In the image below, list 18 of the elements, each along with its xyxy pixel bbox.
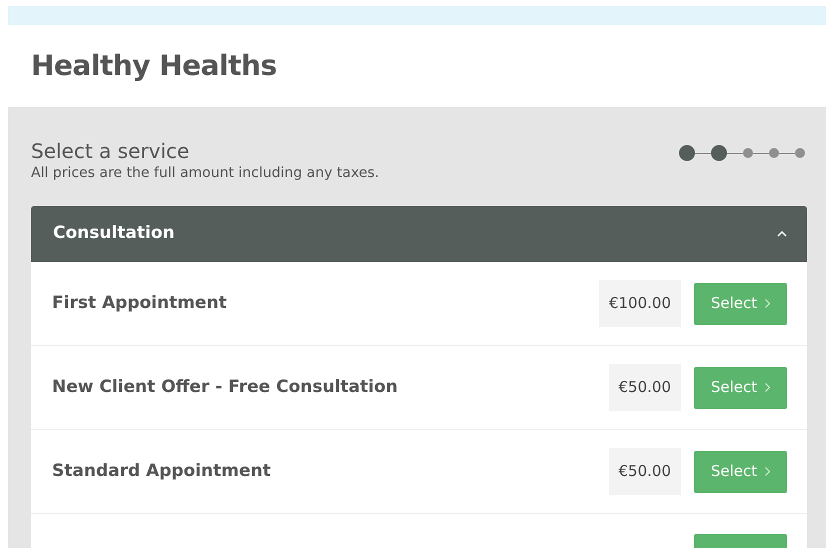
service-price: €100.00 — [598, 280, 681, 327]
select-button[interactable]: Select — [694, 282, 787, 324]
service-price: €50.00 — [608, 364, 681, 411]
chevron-right-icon — [765, 299, 770, 308]
category-title: Consultation — [53, 222, 175, 246]
service-name: Standard Appointment — [52, 460, 272, 483]
service-name: New Client Offer - Free Consultation — [52, 376, 399, 399]
select-button[interactable]: Select — [694, 450, 787, 492]
service-name: First Appointment — [52, 292, 228, 315]
collapse-chevron-icon[interactable] — [777, 231, 787, 237]
chevron-right-icon — [765, 467, 770, 476]
service-price: €50.00 — [608, 448, 681, 495]
section-subtitle: All prices are the full amount including any taxes. — [31, 164, 380, 183]
site-title: Healthy Healths — [31, 49, 277, 83]
category-header[interactable]: Consultation — [31, 206, 807, 262]
section-heading: Select a service — [31, 139, 190, 163]
select-button[interactable]: Select — [694, 366, 787, 408]
chevron-right-icon — [765, 383, 770, 392]
